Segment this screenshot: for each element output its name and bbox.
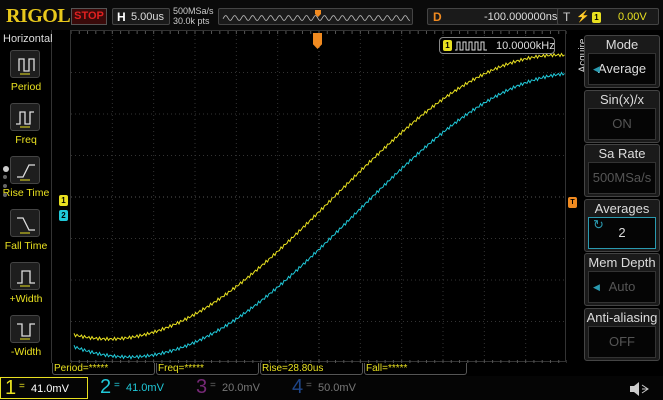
memory-overview-waveform [222, 10, 411, 21]
dc-coupling-icon: = [19, 381, 25, 392]
channel-number: 2 [100, 376, 112, 398]
positive-width-icon [17, 270, 35, 287]
graticule [70, 31, 568, 363]
measure-fall-time-label: Fall Time [4, 240, 48, 252]
acquire-menu: Acquire Mode ◀ Average Sin(x)/x ON Sa Rate 500… [568, 30, 663, 363]
acquire-mode-softkey[interactable]: Mode ◀ Average [584, 35, 660, 88]
softkey-value: ↻ 2 [588, 216, 656, 249]
page-indicator-dot [3, 175, 7, 179]
memory-points: 30.0k pts [173, 16, 210, 26]
channel-4-button[interactable]: 4 = 50.0mV [288, 376, 384, 399]
measure-period-label: Period [10, 81, 42, 93]
acquire-sin-x-x-softkey[interactable]: Sin(x)/x ON [584, 89, 660, 143]
timebase-label: H [117, 10, 126, 24]
timebase-value: 5.00us [131, 11, 165, 23]
acquire-anti-aliasing-softkey[interactable]: Anti-aliasing OFF [584, 307, 660, 361]
page-indicator-dot [3, 166, 9, 172]
channel-number: 3 [196, 376, 208, 398]
channel-number: 1 [5, 377, 17, 399]
counter-channel: 1 [443, 40, 452, 51]
left-arrow-icon: ◀ [593, 282, 600, 292]
trigger-box[interactable]: T ⚡ 1 0.00V [557, 8, 659, 25]
run-stop-status[interactable]: STOP [71, 8, 107, 25]
measure-positive-width-button[interactable] [10, 262, 40, 290]
freq-icon [16, 111, 34, 128]
dc-coupling-icon: = [210, 380, 216, 391]
acquire-sa-rate-softkey[interactable]: Sa Rate 500MSa/s [584, 144, 660, 197]
measurement-item[interactable]: Period=***** [52, 363, 155, 375]
softkey-label: Mode [605, 37, 639, 52]
softkey-value: ◀ Average [588, 53, 656, 85]
softkey-label: Sa Rate [598, 146, 646, 161]
measure-freq-button[interactable] [10, 103, 40, 131]
softkey-value: ◀ Auto [588, 271, 656, 303]
channel-3-button[interactable]: 3 = 20.0mV [192, 376, 288, 399]
measure-freq-label: Freq [15, 134, 37, 146]
measure-rise-time-label: Rise Time [2, 187, 50, 199]
measure-negative-width-label: -Width [10, 346, 42, 358]
channel-scale: 41.0mV [126, 382, 164, 394]
softkey-label: Sin(x)/x [599, 91, 645, 107]
softkey-value: 500MSa/s [588, 162, 656, 194]
frequency-counter: 1 10.0000kHz [439, 37, 555, 54]
rising-edge-icon: ⚡ [576, 11, 590, 23]
measurement-bar: Period=***** Freq=***** Rise=28.80us Fall=*… [52, 363, 572, 375]
channel-bar: 1 = 41.0mV 2 = 41.0mV 3 = 20.0mV 4 = 50.0mV [0, 376, 663, 400]
page-indicator-dot [3, 193, 7, 197]
softkey-label: Anti-aliasing [586, 309, 658, 325]
channel-scale: 41.0mV [31, 383, 69, 395]
waveform-display[interactable]: 1 10.0000kHz [70, 30, 568, 363]
left-arrow-icon: ◀ [593, 64, 600, 74]
horizontal-measure-menu: Horizontal Period Freq Rise Time Fall Time +… [0, 30, 53, 363]
page-indicator-dot [3, 184, 7, 188]
top-status-bar: RIGOL STOP H 5.00us 500MSa/s 30.0k pts D -1… [0, 0, 663, 30]
square-wave-icon [455, 41, 487, 51]
speaker-muted-icon[interactable] [600, 380, 660, 398]
menu-title: Horizontal [3, 33, 53, 45]
ch2-offset-marker[interactable]: 2 [59, 210, 68, 221]
trigger-label: T [563, 10, 571, 24]
softkey-value: ON [588, 107, 656, 140]
channel-scale: 20.0mV [222, 382, 260, 394]
dc-coupling-icon: = [306, 380, 312, 391]
trigger-level: 0.00V [618, 11, 647, 23]
counter-value: 10.0000kHz [496, 40, 555, 52]
negative-width-icon [17, 323, 35, 340]
acquire-mem-depth-softkey[interactable]: Mem Depth ◀ Auto [584, 253, 660, 306]
waveform-memory-strip[interactable] [218, 8, 413, 25]
measurement-item[interactable]: Freq=***** [156, 363, 259, 375]
channel-2-button[interactable]: 2 = 41.0mV [96, 376, 192, 399]
rise-time-icon [17, 164, 35, 181]
acquisition-info: 500MSa/s 30.0k pts [173, 6, 214, 26]
softkey-value: OFF [588, 325, 656, 358]
measure-fall-time-button[interactable] [10, 209, 40, 237]
channel-number: 4 [292, 376, 304, 398]
trigger-source: 1 [592, 12, 601, 23]
measure-positive-width-label: +Width [9, 293, 43, 305]
channel-scale: 50.0mV [318, 382, 356, 394]
sample-rate: 500MSa/s [173, 6, 214, 16]
channel-1-button[interactable]: 1 = 41.0mV [0, 377, 88, 399]
delay-box[interactable]: D -100.000000ns [427, 8, 577, 25]
measure-negative-width-button[interactable] [10, 315, 40, 343]
rotate-knob-icon: ↻ [593, 216, 604, 232]
softkey-label: Mem Depth [588, 255, 656, 270]
measurement-item[interactable]: Rise=28.80us [260, 363, 363, 375]
measure-rise-time-button[interactable] [10, 156, 40, 184]
fall-time-icon [17, 217, 35, 234]
timebase-box[interactable]: H 5.00us [112, 8, 170, 25]
acquire-averages-softkey[interactable]: Averages ↻ 2 [584, 198, 660, 252]
delay-label: D [433, 10, 442, 24]
dc-coupling-icon: = [114, 380, 120, 391]
delay-value: -100.000000ns [484, 11, 558, 23]
rigol-logo: RIGOL [6, 5, 71, 27]
ch1-offset-marker[interactable]: 1 [59, 195, 68, 206]
period-icon [18, 58, 35, 75]
measurement-item[interactable]: Fall=***** [364, 363, 467, 375]
measure-period-button[interactable] [10, 50, 40, 78]
